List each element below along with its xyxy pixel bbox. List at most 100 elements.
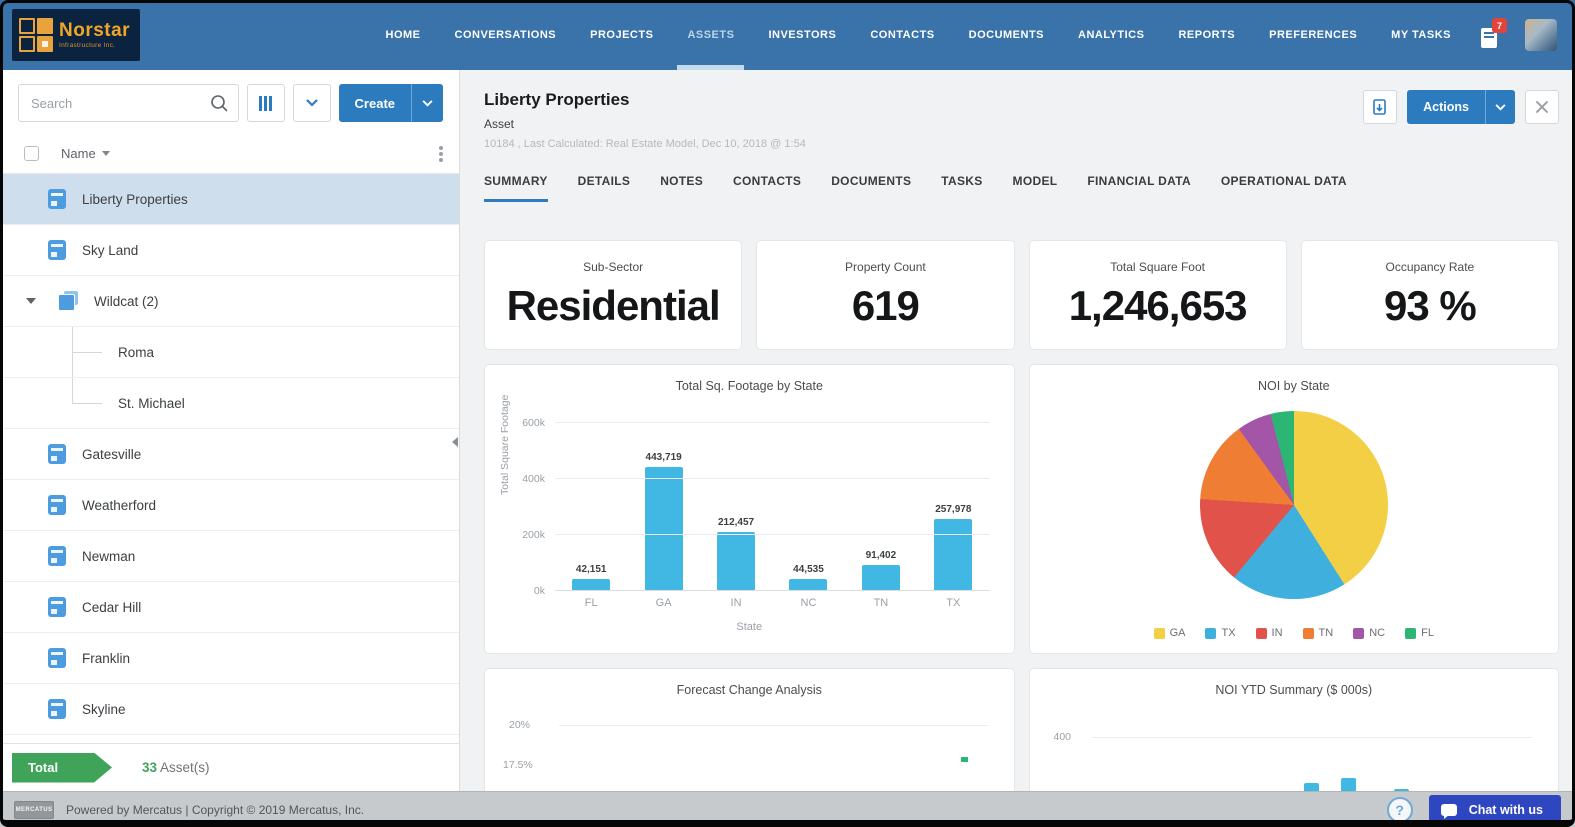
asset-list-header: Name bbox=[0, 134, 459, 174]
y-axis-tick: 600k bbox=[522, 417, 545, 429]
asset-row-liberty-properties[interactable]: Liberty Properties bbox=[0, 174, 459, 225]
bar-series: 42,151 443,719 212,457 44,535 91,402 257,978 bbox=[555, 423, 990, 591]
bar-value-label: 44,535 bbox=[793, 563, 824, 575]
gridline bbox=[555, 590, 990, 591]
export-button[interactable] bbox=[1363, 90, 1398, 124]
kpi-value: 93 % bbox=[1384, 282, 1477, 329]
kpi-label: Sub-Sector bbox=[583, 260, 644, 274]
help-button[interactable]: ? bbox=[1386, 796, 1413, 823]
x-axis-tick: FL bbox=[584, 597, 598, 609]
notifications-icon[interactable]: 7 bbox=[1481, 18, 1507, 48]
content-area: Create Name Liberty Properties Sky Land Wi… bbox=[0, 70, 1575, 791]
bar-column-nc: 44,535 bbox=[772, 423, 844, 591]
kpi-value: Residential bbox=[506, 282, 721, 329]
tab-financial-data[interactable]: FINANCIAL DATA bbox=[1087, 174, 1191, 202]
create-button[interactable]: Create bbox=[338, 84, 411, 122]
legend-label: GA bbox=[1169, 627, 1186, 639]
tab-operational-data[interactable]: OPERATIONAL DATA bbox=[1221, 174, 1347, 202]
chevron-left-icon bbox=[452, 437, 458, 447]
nav-item-analytics[interactable]: ANALYTICS bbox=[1078, 0, 1144, 70]
nav-item-documents[interactable]: DOCUMENTS bbox=[969, 0, 1044, 70]
legend-item-tx[interactable]: TX bbox=[1205, 627, 1236, 639]
asset-icon bbox=[48, 495, 66, 515]
column-header-name: Name bbox=[61, 146, 96, 161]
legend-item-ga[interactable]: GA bbox=[1153, 627, 1186, 639]
app-window: Norstar Infrastructure Inc. HOME CONVERSA… bbox=[0, 0, 1575, 827]
asset-row-weatherford[interactable]: Weatherford bbox=[0, 480, 459, 531]
nav-item-assets[interactable]: ASSETS bbox=[677, 0, 745, 70]
app-footer: MERCATUS Powered by Mercatus | Copyright… bbox=[0, 791, 1575, 827]
list-menu-kebab-icon[interactable] bbox=[439, 151, 443, 156]
asset-row-label: Weatherford bbox=[82, 497, 157, 513]
asset-row-wildcat-2[interactable]: Wildcat (2) bbox=[0, 276, 459, 327]
asset-row-st-michael[interactable]: St. Michael bbox=[0, 378, 459, 429]
legend-item-nc[interactable]: NC bbox=[1353, 627, 1385, 639]
user-avatar[interactable] bbox=[1525, 19, 1557, 51]
tab-model[interactable]: MODEL bbox=[1013, 174, 1058, 202]
mini-bar bbox=[1304, 783, 1320, 791]
asset-row-label: Newman bbox=[82, 548, 136, 564]
asset-row-franklin[interactable]: Franklin bbox=[0, 633, 459, 684]
detail-tabs: SUMMARY DETAILS NOTES CONTACTS DOCUMENTS TASK… bbox=[484, 174, 1559, 202]
tab-details[interactable]: DETAILS bbox=[578, 174, 631, 202]
legend-item-fl[interactable]: FL bbox=[1405, 627, 1434, 639]
nav-item-my-tasks[interactable]: MY TASKS bbox=[1391, 0, 1451, 70]
columns-filter-button[interactable] bbox=[246, 84, 285, 122]
tab-tasks[interactable]: TASKS bbox=[941, 174, 982, 202]
asset-icon bbox=[48, 597, 66, 617]
expand-caret-icon[interactable] bbox=[26, 298, 36, 304]
actions-dropdown-button[interactable] bbox=[1485, 90, 1515, 124]
total-ribbon: Total bbox=[12, 752, 112, 783]
view-options-button[interactable] bbox=[292, 84, 331, 122]
sort-by-name[interactable]: Name bbox=[61, 146, 110, 161]
nav-item-reports[interactable]: REPORTS bbox=[1178, 0, 1235, 70]
legend-swatch bbox=[1353, 627, 1365, 639]
nav-item-projects[interactable]: PROJECTS bbox=[590, 0, 653, 70]
asset-row-sky-land[interactable]: Sky Land bbox=[0, 225, 459, 276]
tab-notes[interactable]: NOTES bbox=[660, 174, 703, 202]
y-axis-tick: 400k bbox=[522, 473, 545, 486]
tab-documents[interactable]: DOCUMENTS bbox=[831, 174, 911, 202]
nav-item-conversations[interactable]: CONVERSATIONS bbox=[455, 0, 557, 70]
asset-row-newman[interactable]: Newman bbox=[0, 531, 459, 582]
asset-row-roma[interactable]: Roma bbox=[0, 327, 459, 378]
nav-item-investors[interactable]: INVESTORS bbox=[768, 0, 836, 70]
create-split-button: Create bbox=[338, 84, 443, 122]
tab-contacts[interactable]: CONTACTS bbox=[733, 174, 801, 202]
asset-row-cedar-hill[interactable]: Cedar Hill bbox=[0, 582, 459, 633]
brand-tagline: Infrastructure Inc. bbox=[59, 42, 116, 49]
tab-summary[interactable]: SUMMARY bbox=[484, 174, 548, 202]
legend-item-in[interactable]: IN bbox=[1255, 627, 1283, 639]
y-axis-tick: 200k bbox=[522, 529, 545, 542]
bar-rect-tx bbox=[934, 518, 973, 591]
x-axis-tick: NC bbox=[800, 597, 817, 609]
asset-row-label: Gatesville bbox=[82, 446, 142, 462]
kpi-card-sub-sector: Sub-Sector Residential bbox=[484, 240, 743, 350]
nav-item-contacts[interactable]: CONTACTS bbox=[870, 0, 934, 70]
bar-rect-ga bbox=[644, 466, 683, 591]
nav-item-home[interactable]: HOME bbox=[386, 0, 421, 70]
asset-row-label: Cedar Hill bbox=[82, 599, 142, 615]
noi-ytd-chart-card: NOI YTD Summary ($ 000s) 400 bbox=[1028, 668, 1559, 791]
asset-row-gatesville[interactable]: Gatesville bbox=[0, 429, 459, 480]
legend-item-tn[interactable]: TN bbox=[1302, 627, 1334, 639]
asset-row-skyline[interactable]: Skyline bbox=[0, 684, 459, 735]
chat-with-us-button[interactable]: Chat with us bbox=[1428, 794, 1561, 825]
legend-label: TN bbox=[1318, 627, 1334, 639]
pie-chart-card: NOI by State GA TX IN TN NC FL bbox=[1028, 364, 1559, 654]
forecast-data-marker bbox=[960, 757, 968, 762]
bar-chart-title: Total Sq. Footage by State bbox=[675, 379, 823, 393]
bar-column-fl: 42,151 bbox=[555, 423, 627, 591]
search-input[interactable] bbox=[18, 84, 239, 122]
chevron-down-icon bbox=[1495, 103, 1506, 111]
footer-copyright: Powered by Mercatus | Copyright © 2019 M… bbox=[66, 802, 365, 817]
nav-item-preferences[interactable]: PREFERENCES bbox=[1269, 0, 1357, 70]
select-all-checkbox[interactable] bbox=[24, 146, 39, 161]
kpi-card-property-count: Property Count 619 bbox=[756, 240, 1015, 350]
create-dropdown-button[interactable] bbox=[411, 84, 443, 122]
kpi-label: Occupancy Rate bbox=[1385, 260, 1475, 274]
actions-button[interactable]: Actions bbox=[1407, 90, 1485, 124]
close-button[interactable] bbox=[1525, 90, 1559, 124]
sort-caret-icon bbox=[101, 151, 110, 156]
sidebar-collapse-handle[interactable] bbox=[449, 428, 461, 456]
